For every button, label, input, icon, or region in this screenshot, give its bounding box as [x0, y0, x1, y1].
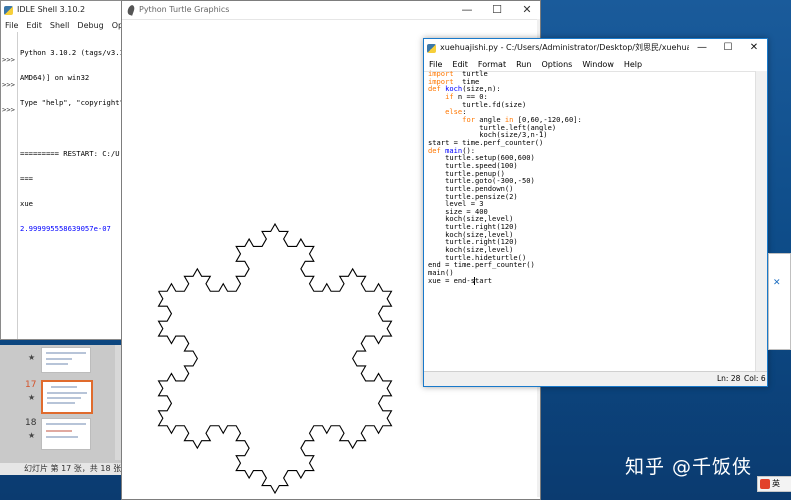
menu-edit[interactable]: Edit — [447, 60, 473, 69]
python-icon — [4, 5, 13, 15]
shell-line: 2.999995558639057e-07 — [20, 224, 111, 234]
slide-thumbnail-18[interactable] — [41, 418, 91, 450]
slide-thumbnail-17[interactable] — [41, 380, 93, 414]
idle-shell-window: IDLE Shell 3.10.2 File Edit Shell Debug … — [0, 0, 128, 340]
menu-debug[interactable]: Debug — [73, 21, 107, 30]
turtle-title: Python Turtle Graphics — [139, 5, 230, 14]
line-indicator: Ln: 28 — [717, 374, 741, 383]
idle-title: IDLE Shell 3.10.2 — [17, 5, 86, 14]
menu-run[interactable]: Run — [511, 60, 536, 69]
sogou-icon — [760, 479, 770, 489]
ime-indicator[interactable]: 英 — [757, 476, 791, 492]
python-file-icon — [427, 43, 436, 53]
ppt-slide-panel: ★ 17 ★ 18 ★ — [0, 345, 124, 475]
shell-line: ========= RESTART: C:/U — [20, 148, 120, 158]
code-token: xue = end-start — [428, 275, 493, 285]
menu-shell[interactable]: Shell — [46, 21, 74, 30]
ime-language-label: 英 — [772, 479, 780, 488]
menu-options[interactable]: Options — [536, 60, 577, 69]
column-indicator: Col: 6 — [744, 374, 766, 383]
menu-file[interactable]: File — [424, 60, 447, 69]
menu-help[interactable]: Help — [619, 60, 647, 69]
minimize-icon[interactable]: — — [689, 39, 715, 57]
shell-output[interactable]: Python 3.10.2 (tags/v3.10 AMD64)] on win… — [20, 32, 128, 251]
shell-prompt: >>> — [2, 55, 15, 64]
background-window-edge: ✕ — [768, 253, 791, 350]
minimize-icon[interactable]: — — [452, 1, 482, 19]
ppt-status-bar: 幻灯片 第 17 张，共 18 张 — [0, 463, 123, 475]
slide-number: 18 — [25, 418, 37, 428]
editor-statusbar: Ln: 28 Col: 6 — [424, 371, 767, 386]
menu-file[interactable]: File — [1, 21, 22, 30]
shell-line: xue — [20, 199, 33, 209]
editor-window: xuehuajishi.py - C:/Users/Administrator/… — [423, 38, 768, 387]
editor-title: xuehuajishi.py - C:/Users/Administrator/… — [440, 43, 689, 52]
feather-icon — [126, 4, 136, 16]
koch-snowflake — [157, 222, 393, 495]
menu-format[interactable]: Format — [473, 60, 511, 69]
slide-number-selected: 17 — [25, 380, 37, 390]
slide-star-icon: ★ — [28, 393, 36, 402]
shell-line: AMD64)] on win32 — [20, 73, 90, 83]
menu-window[interactable]: Window — [577, 60, 619, 69]
shell-prompt: >>> — [2, 105, 15, 114]
slide-star-icon: ★ — [28, 431, 36, 440]
editor-titlebar[interactable]: xuehuajishi.py - C:/Users/Administrator/… — [424, 39, 767, 57]
zhihu-watermark: 知乎 @千饭侠 — [625, 456, 753, 478]
code-line: xue = end-start — [428, 275, 582, 285]
slide-star-icon: ★ — [28, 353, 36, 362]
idle-menubar: File Edit Shell Debug Options — [1, 19, 121, 32]
idle-titlebar[interactable]: IDLE Shell 3.10.2 — [1, 1, 121, 19]
close-icon[interactable]: ✕ — [773, 278, 781, 288]
menu-options[interactable]: Options — [108, 21, 121, 30]
shell-line: === — [20, 173, 33, 183]
shell-line: Python 3.10.2 (tags/v3.10 — [20, 47, 129, 57]
maximize-icon[interactable]: ☐ — [715, 39, 741, 57]
shell-line: Type "help", "copyright", — [20, 98, 129, 108]
editor-scrollbar[interactable] — [755, 71, 767, 371]
slide-thumbnail-16[interactable] — [41, 347, 91, 373]
shell-prompt: >>> — [2, 80, 15, 89]
close-icon[interactable]: ✕ — [512, 1, 542, 19]
maximize-icon[interactable]: ☐ — [482, 1, 512, 19]
text-cursor — [474, 276, 476, 285]
close-icon[interactable]: ✕ — [741, 39, 767, 57]
menu-edit[interactable]: Edit — [22, 21, 46, 30]
idle-prompt-gutter: >>> >>> >>> — [1, 32, 18, 339]
code-editor-area[interactable]: import turtle import time def koch(size,n)… — [428, 70, 582, 285]
